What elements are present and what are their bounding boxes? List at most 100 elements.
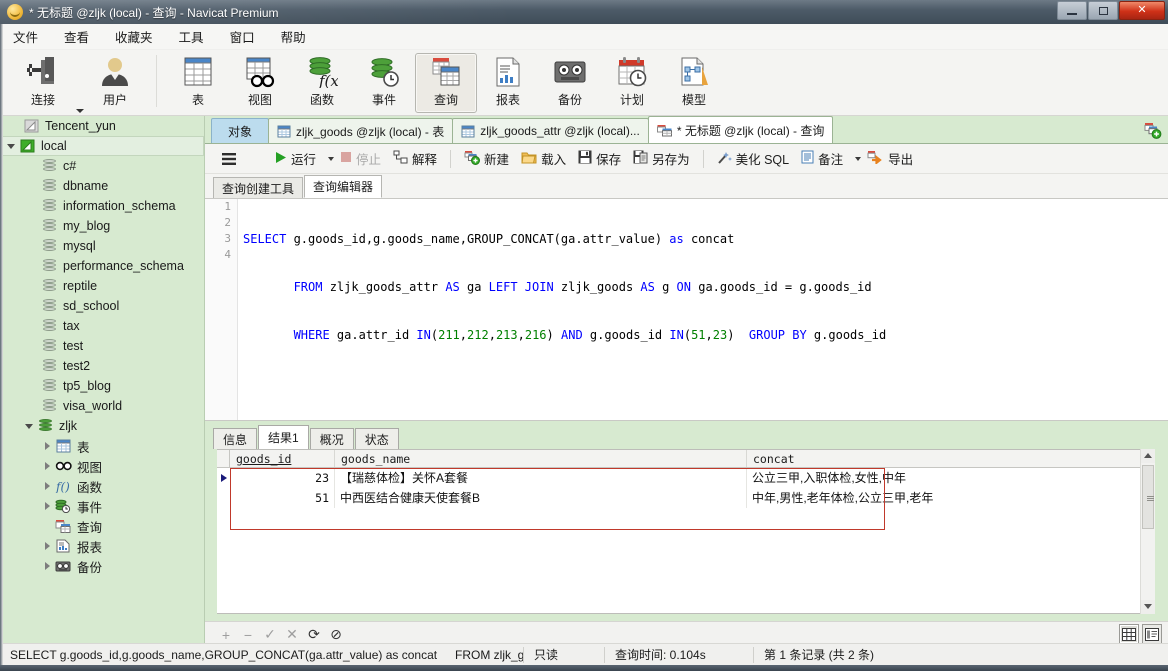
result-tab-info[interactable]: 信息: [213, 428, 258, 449]
cell-concat[interactable]: 中年,男性,老年体检,公立三甲,老年: [747, 488, 1150, 508]
menu-tools[interactable]: 工具: [166, 24, 217, 49]
scroll-down-arrow[interactable]: [1141, 600, 1155, 614]
sidebar-item-backups[interactable]: 备份: [0, 556, 204, 576]
toolbar-function[interactable]: f(x) 函数: [291, 53, 353, 113]
menu-help[interactable]: 帮助: [268, 24, 319, 49]
toolbar-query[interactable]: 查询: [415, 53, 477, 113]
results-vertical-scrollbar[interactable]: [1140, 449, 1155, 614]
chevron-down-icon[interactable]: [4, 136, 18, 156]
cancel-change-button[interactable]: ✕: [281, 625, 303, 645]
toolbar-schedule[interactable]: 计划: [601, 53, 663, 113]
sidebar-item-mysql[interactable]: mysql: [0, 236, 204, 256]
sidebar-item-my-blog[interactable]: my_blog: [0, 216, 204, 236]
apply-change-button[interactable]: ✓: [259, 625, 281, 645]
sidebar-item-information-schema[interactable]: information_schema: [0, 196, 204, 216]
tab-zljk-goods[interactable]: zljk_goods @zljk (local) - 表: [268, 118, 454, 143]
form-view-button[interactable]: [1142, 624, 1162, 644]
sidebar-item-test[interactable]: test: [0, 336, 204, 356]
database-tree[interactable]: Tencent_yun local c# dbname information_…: [0, 116, 205, 643]
beautify-button[interactable]: 美化 SQL: [711, 147, 796, 171]
sidebar-item-reptile[interactable]: reptile: [0, 276, 204, 296]
minimize-button[interactable]: [1057, 1, 1087, 20]
new-button[interactable]: 新建: [458, 147, 515, 171]
cell-goods-id[interactable]: 23: [230, 468, 335, 488]
cell-goods-id[interactable]: 51: [230, 488, 335, 508]
chevron-right-icon[interactable]: [40, 496, 54, 516]
sidebar-item-visa-world[interactable]: visa_world: [0, 396, 204, 416]
toolbar-report[interactable]: 报表: [477, 53, 539, 113]
sql-editor[interactable]: 1 2 3 4 SELECT g.goods_id,g.goods_name,G…: [205, 199, 1168, 421]
sidebar-item-tables[interactable]: 表: [0, 436, 204, 456]
close-button[interactable]: ✕: [1119, 1, 1165, 20]
save-button[interactable]: 保存: [572, 147, 627, 171]
chevron-right-icon[interactable]: [40, 456, 54, 476]
toolbar-table[interactable]: 表: [167, 53, 229, 113]
delete-record-button[interactable]: −: [237, 625, 259, 645]
add-record-button[interactable]: +: [215, 625, 237, 645]
refresh-button[interactable]: ⟳: [303, 625, 325, 645]
explain-button[interactable]: 解释: [387, 147, 443, 171]
stop-loading-button[interactable]: ⊘: [325, 625, 347, 645]
sidebar-item-tencent-yun[interactable]: Tencent_yun: [0, 116, 204, 136]
toolbar-backup[interactable]: 备份: [539, 53, 601, 113]
stop-button[interactable]: 停止: [334, 147, 387, 171]
comment-button[interactable]: 备注: [795, 147, 849, 171]
scrollbar-thumb[interactable]: [1142, 465, 1154, 529]
sidebar-item-dbname[interactable]: dbname: [0, 176, 204, 196]
chevron-right-icon[interactable]: [40, 556, 54, 576]
subtab-query-editor[interactable]: 查询编辑器: [304, 175, 383, 198]
chevron-down-icon[interactable]: [76, 109, 84, 113]
menu-view[interactable]: 查看: [51, 24, 102, 49]
sql-code[interactable]: SELECT g.goods_id,g.goods_name,GROUP_CON…: [243, 199, 1168, 420]
subtab-query-builder[interactable]: 查询创建工具: [213, 177, 304, 198]
chevron-right-icon[interactable]: [40, 536, 54, 556]
cell-goods-name[interactable]: 【瑞慈体检】关怀A套餐: [335, 468, 747, 488]
menu-window[interactable]: 窗口: [217, 24, 268, 49]
result-tab-status[interactable]: 状态: [354, 428, 399, 449]
sidebar-item-performance-schema[interactable]: performance_schema: [0, 256, 204, 276]
load-button[interactable]: 载入: [515, 147, 572, 171]
sidebar-item-reports[interactable]: 报表: [0, 536, 204, 556]
tab-zljk-goods-attr[interactable]: zljk_goods_attr @zljk (local)...: [452, 118, 649, 143]
sidebar-item-local[interactable]: local: [0, 136, 204, 156]
run-button[interactable]: 运行: [269, 147, 322, 171]
cell-concat[interactable]: 公立三甲,入职体检,女性,中年: [747, 468, 1150, 488]
grid-view-button[interactable]: [1119, 624, 1139, 644]
save-as-button[interactable]: 另存为: [627, 147, 696, 171]
result-tab-profile[interactable]: 概况: [309, 428, 354, 449]
column-header-goods-name[interactable]: goods_name: [335, 450, 747, 467]
sidebar-item-views[interactable]: 视图: [0, 456, 204, 476]
toolbar-model[interactable]: 模型: [663, 53, 725, 113]
column-header-concat[interactable]: concat: [747, 450, 1150, 467]
toolbar-user[interactable]: 用户: [84, 53, 146, 113]
scroll-up-arrow[interactable]: [1141, 449, 1155, 463]
sidebar-item-c-sharp[interactable]: c#: [0, 156, 204, 176]
result-grid[interactable]: goods_id goods_name concat 23 【瑞慈体检】关怀A套…: [217, 449, 1155, 614]
sidebar-item-zljk[interactable]: zljk: [0, 416, 204, 436]
result-tab-result1[interactable]: 结果1: [258, 425, 309, 449]
new-query-tab-button[interactable]: [1142, 120, 1164, 140]
sidebar-item-events[interactable]: 事件: [0, 496, 204, 516]
toolbar-connection[interactable]: 连接: [12, 53, 74, 113]
cell-goods-name[interactable]: 中西医结合健康天使套餐B: [335, 488, 747, 508]
maximize-button[interactable]: [1088, 1, 1118, 20]
export-button[interactable]: 导出: [861, 147, 919, 171]
toolbar-event[interactable]: 事件: [353, 53, 415, 113]
chevron-down-icon[interactable]: [22, 416, 36, 436]
sidebar-item-sd-school[interactable]: sd_school: [0, 296, 204, 316]
toolbar-view[interactable]: 视图: [229, 53, 291, 113]
tab-objects[interactable]: 对象: [211, 118, 270, 143]
table-row[interactable]: 23 【瑞慈体检】关怀A套餐 公立三甲,入职体检,女性,中年: [217, 468, 1155, 488]
sidebar-item-queries[interactable]: 查询: [0, 516, 204, 536]
menu-file[interactable]: 文件: [0, 24, 51, 49]
sidebar-item-tp5-blog[interactable]: tp5_blog: [0, 376, 204, 396]
tab-untitled-query[interactable]: * 无标题 @zljk (local) - 查询: [647, 116, 834, 143]
sidebar-item-test2[interactable]: test2: [0, 356, 204, 376]
sidebar-item-functions[interactable]: f() 函数: [0, 476, 204, 496]
column-header-goods-id[interactable]: goods_id: [230, 450, 335, 467]
chevron-right-icon[interactable]: [40, 476, 54, 496]
chevron-right-icon[interactable]: [40, 436, 54, 456]
panel-menu-button[interactable]: [215, 147, 243, 171]
menu-favorites[interactable]: 收藏夹: [102, 24, 166, 49]
sidebar-item-tax[interactable]: tax: [0, 316, 204, 336]
